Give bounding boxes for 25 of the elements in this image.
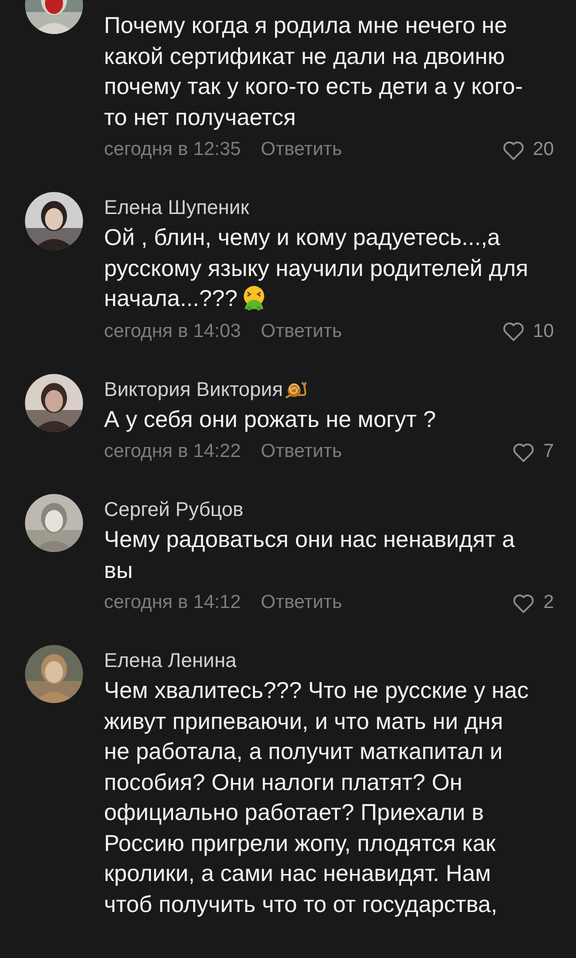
comment-text: А у себя они рожать не могут ?	[104, 404, 437, 434]
heart-icon	[512, 442, 536, 462]
like-button[interactable]: 7	[512, 441, 554, 463]
like-button[interactable]: 2	[512, 592, 554, 614]
like-button[interactable]: 20	[502, 139, 554, 161]
author-name[interactable]: Елена Шупеник	[104, 197, 250, 220]
author-name[interactable]: Сергей Рубцов	[104, 499, 244, 522]
heart-icon	[502, 321, 525, 342]
author-name[interactable]: Елена Ленина	[104, 650, 236, 673]
comment-text: Чем хвалитесь??? Что не русские у нас живут припеваючи, и что мать ни дня не работала, а получит маткапитал и пособия? Они налоги платят? Он официально работает? Приехали в Россию пригрели жопу, плодятся как кролики, а сами нас ненавидят. Нам чтоб получить что то от государства,	[104, 676, 530, 919]
reply-link[interactable]: Ответить	[260, 139, 342, 161]
heart-icon	[512, 592, 536, 614]
comment-text: Ой , блин, чему и кому радуетесь...,а русскому языку научили родителей для начала...???	[104, 223, 530, 313]
comment-time: сегодня в 14:12	[104, 592, 241, 614]
comment-text: Чему радоваться они нас ненавидят а вы	[104, 525, 516, 584]
comment-time: сегодня в 14:03	[104, 320, 241, 342]
comment-text: Почему когда я родила мне нечего не какой сертификат не дали на двоиню почему так у кого-то есть дети а у кого-то нет получается	[104, 11, 524, 132]
comment-time: сегодня в 14:22	[104, 441, 241, 463]
comment-time: сегодня в 12:35	[104, 139, 241, 161]
reply-link[interactable]: Ответить	[260, 592, 342, 614]
author-name[interactable]: Виктория Виктория	[104, 378, 283, 402]
reply-link[interactable]: Ответить	[260, 320, 342, 342]
heart-icon	[502, 140, 525, 160]
like-button[interactable]: 10	[502, 320, 554, 342]
reply-link[interactable]: Ответить	[260, 441, 342, 463]
